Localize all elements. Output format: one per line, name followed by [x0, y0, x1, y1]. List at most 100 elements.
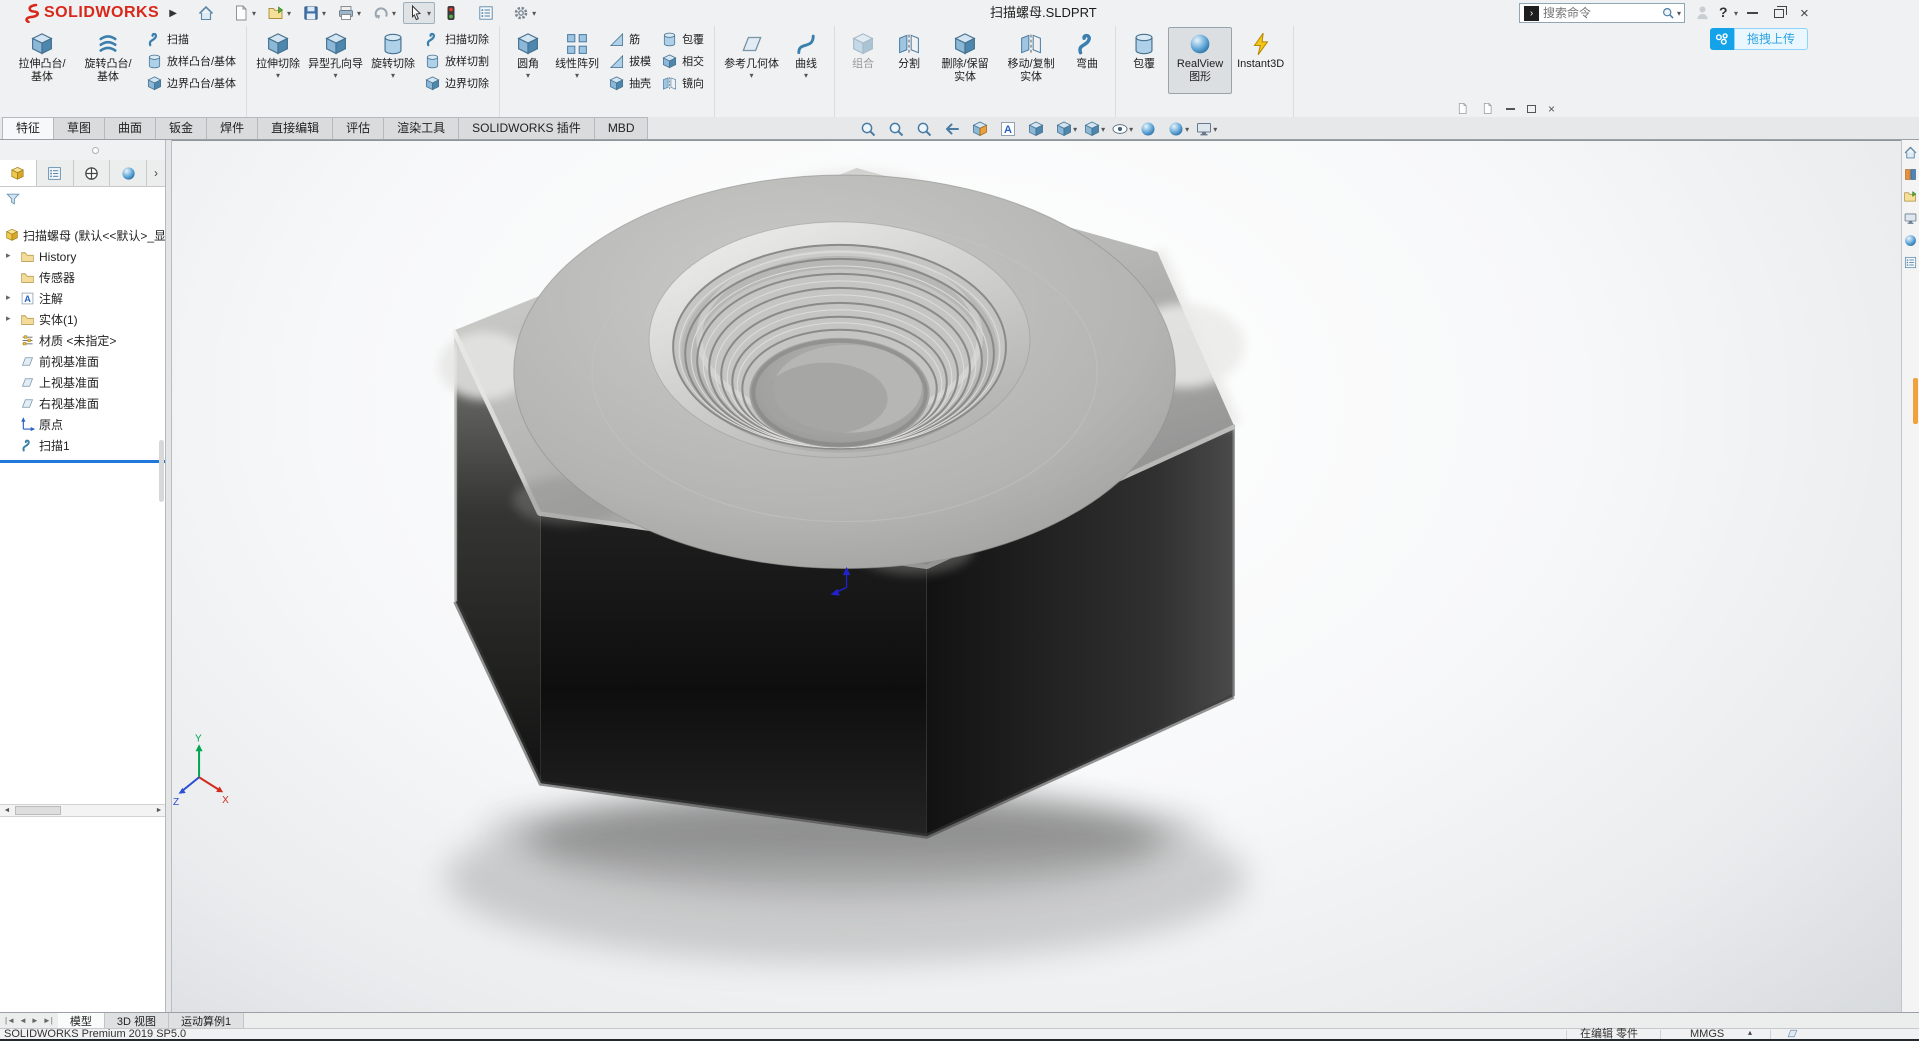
reference-geometry-button[interactable]: 参考几何体 ▾	[721, 27, 782, 81]
print-button[interactable]: ▾	[333, 2, 365, 24]
swept-cut-button[interactable]: 扫描切除	[421, 28, 492, 50]
last-tab-icon[interactable]: ►|	[43, 1016, 53, 1025]
settings-button[interactable]: ▾	[508, 2, 540, 24]
expand-arrow-icon[interactable]: ▸	[6, 250, 11, 261]
search-caret-icon[interactable]: ▾	[1677, 9, 1681, 18]
pane-icon[interactable]	[1456, 102, 1469, 115]
mirror-button[interactable]: 镜向	[658, 72, 707, 94]
delete-keep-body-button[interactable]: 删除/保留实体 ▾	[933, 27, 997, 94]
intersect-button[interactable]: 相交	[658, 50, 707, 72]
history-item[interactable]: ▸ History	[0, 246, 165, 267]
front-plane-item[interactable]: ▸ 前视基准面	[0, 351, 165, 372]
taskpane-design-library[interactable]	[1903, 167, 1918, 182]
view-orientation-button[interactable]: ▾	[1052, 119, 1080, 139]
magnifier-button[interactable]: ▾	[912, 119, 940, 139]
home-button[interactable]: ▾	[193, 2, 225, 24]
rollback-bar[interactable]	[0, 460, 165, 463]
panel-horizontal-scrollbar[interactable]: ◄ ►	[0, 804, 165, 817]
apply-scene-button[interactable]: ▾	[1164, 119, 1192, 139]
search-icon[interactable]	[1661, 6, 1675, 20]
top-plane-item[interactable]: ▸ 上视基准面	[0, 372, 165, 393]
solid-bodies-item[interactable]: ▸ 实体(1)	[0, 309, 165, 330]
sheet-metal-tab[interactable]: 钣金	[155, 117, 208, 139]
view-settings-button[interactable]: ▾	[1192, 119, 1220, 139]
wrap-button-2[interactable]: 包覆 ▾	[1122, 27, 1166, 81]
doc-minimize-button[interactable]	[1506, 107, 1515, 110]
revolved-cut-button[interactable]: 旋转切除 ▾	[368, 27, 418, 81]
linear-pattern-button[interactable]: 线性阵列 ▾	[552, 27, 602, 81]
minimize-button[interactable]	[1747, 12, 1758, 14]
scroll-right-icon[interactable]: ►	[152, 807, 165, 814]
lofted-boss-base-button[interactable]: 放样凸台/基体	[143, 50, 239, 72]
mbd-tab[interactable]: MBD	[593, 117, 649, 139]
revolved-boss-base-button[interactable]: 旋转凸台/基体 ▾	[76, 27, 140, 94]
section-view-button[interactable]: ▾	[968, 119, 996, 139]
weldments-tab[interactable]: 焊件	[206, 117, 259, 139]
sensors-item[interactable]: ▸ 传感器	[0, 267, 165, 288]
rib-button[interactable]: 筋	[605, 28, 654, 50]
move-copy-body-button[interactable]: 移动/复制实体 ▾	[999, 27, 1063, 94]
tree-filter[interactable]	[0, 187, 165, 211]
undo-button[interactable]: ▾	[368, 2, 400, 24]
isometric-view-button[interactable]: ▾	[1024, 119, 1052, 139]
open-file-button[interactable]: ▾	[263, 2, 295, 24]
new-file-button[interactable]: ▾	[228, 2, 260, 24]
panel-scrollbar-thumb[interactable]	[159, 440, 164, 502]
hex-nut-model[interactable]	[438, 167, 1245, 839]
display-style-button[interactable]: ▾	[1080, 119, 1108, 139]
part-root-item[interactable]: 扫描螺母 (默认<<默认>_显示状	[0, 224, 165, 246]
close-button[interactable]: ×	[1800, 6, 1809, 21]
taskpane-view-palette[interactable]	[1903, 211, 1918, 226]
next-tab-icon[interactable]: ►	[31, 1016, 39, 1025]
solidworks-addins-tab[interactable]: SOLIDWORKS 插件	[458, 117, 595, 139]
pane-icon[interactable]	[1481, 102, 1494, 115]
configurationmanager-tab[interactable]	[74, 160, 111, 186]
hole-wizard-button[interactable]: 异型孔向导 ▾	[305, 27, 366, 81]
save-button[interactable]: ▾	[298, 2, 330, 24]
draft-button[interactable]: 拔模	[605, 50, 654, 72]
taskpane-appearances[interactable]	[1903, 233, 1918, 248]
taskpane-home[interactable]	[1903, 145, 1918, 160]
features-tab[interactable]: 特征	[2, 117, 55, 139]
hide-show-items-button[interactable]: ▾	[1108, 119, 1136, 139]
edit-appearance-button[interactable]: ▾	[1136, 119, 1164, 139]
drag-upload-widget[interactable]: 拖拽上传	[1710, 28, 1809, 50]
rebuild-button[interactable]: ▾	[438, 2, 470, 24]
taskpane-file-explorer[interactable]	[1903, 189, 1918, 204]
help-caret-icon[interactable]: ▾	[1734, 9, 1738, 18]
units-selector[interactable]: MMGS	[1690, 1029, 1724, 1040]
direct-editing-tab[interactable]: 直接编辑	[257, 117, 334, 139]
annotation-visibility-button[interactable]: ▾	[996, 119, 1024, 139]
surfaces-tab[interactable]: 曲面	[104, 117, 157, 139]
expand-arrow-icon[interactable]: ▸	[6, 313, 11, 324]
taskpane-scrollbar-thumb[interactable]	[1913, 378, 1918, 424]
3d-views-tab[interactable]: 3D 视图	[104, 1013, 169, 1028]
previous-view-button[interactable]: ▾	[940, 119, 968, 139]
fillet-button[interactable]: 圆角 ▾	[506, 27, 550, 81]
curves-button[interactable]: 曲线 ▾	[784, 27, 828, 81]
sweep-button[interactable]: 扫描	[143, 28, 239, 50]
expand-arrow-icon[interactable]: ▸	[6, 292, 11, 303]
render-tools-tab[interactable]: 渲染工具	[383, 117, 460, 139]
command-search[interactable]: › ▾	[1519, 3, 1685, 23]
split-button[interactable]: 分割 ▾	[887, 27, 931, 81]
restore-button[interactable]	[1774, 5, 1787, 18]
propertymanager-tab[interactable]	[37, 160, 74, 186]
splitter-knob-icon[interactable]	[92, 147, 99, 154]
display-pane-splitter[interactable]	[0, 140, 165, 160]
annotations-item[interactable]: ▸ 注解	[0, 288, 165, 309]
user-account-icon[interactable]	[1694, 4, 1711, 21]
zoom-to-area-button[interactable]: ▾	[884, 119, 912, 139]
wrap-button[interactable]: 包覆	[658, 28, 707, 50]
graphics-viewport[interactable]: Y X Z	[172, 140, 1901, 1012]
featuremanager-tab[interactable]	[0, 160, 37, 186]
extruded-cut-button[interactable]: 拉伸切除 ▾	[253, 27, 303, 81]
help-button[interactable]: ?	[1719, 4, 1728, 20]
units-caret-icon[interactable]: ▴	[1748, 1028, 1752, 1038]
lofted-cut-button[interactable]: 放样切割	[421, 50, 492, 72]
sweep1-item[interactable]: ▸ 扫描1	[0, 435, 165, 456]
flex-button[interactable]: 弯曲 ▾	[1065, 27, 1109, 81]
zoom-to-fit-button[interactable]: ▾	[856, 119, 884, 139]
viewport-3d[interactable]: Y X Z	[172, 141, 1901, 1012]
scrollbar-thumb[interactable]	[15, 806, 61, 815]
